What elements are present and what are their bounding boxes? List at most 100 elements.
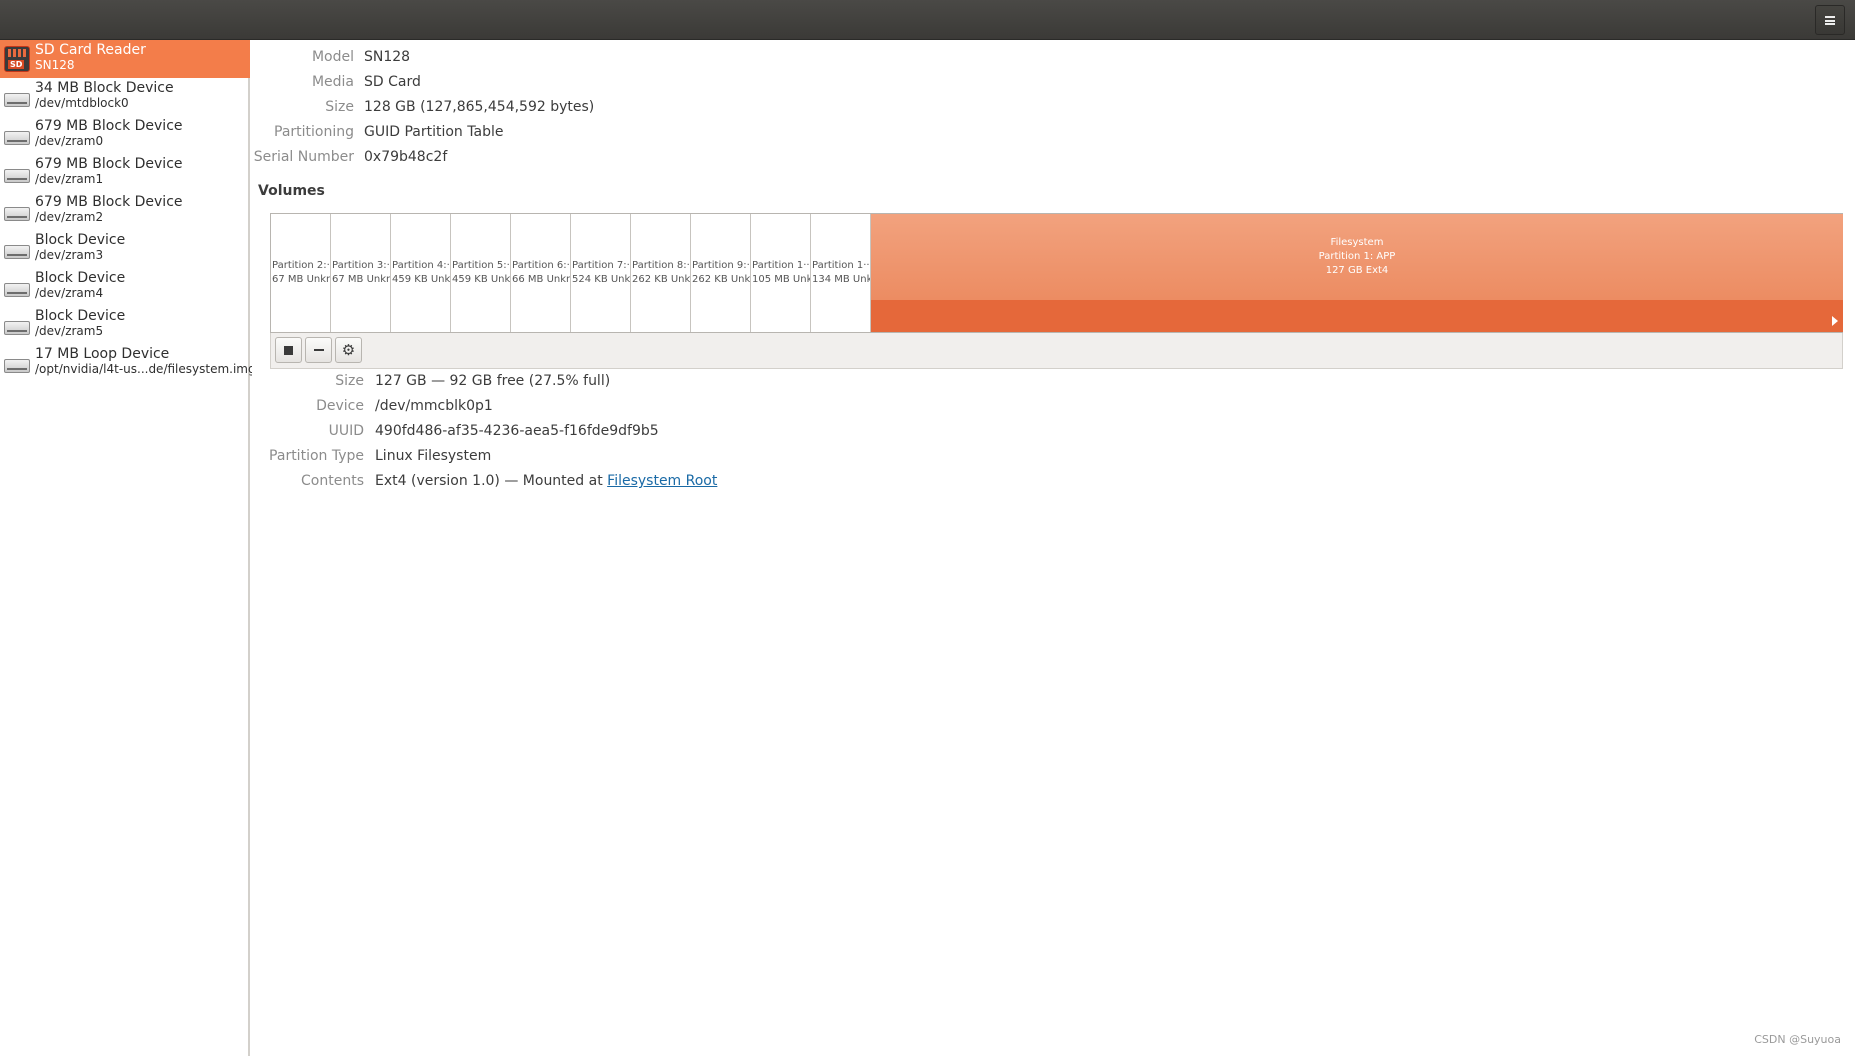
drive-icon	[4, 122, 30, 148]
device-subtitle: SN128	[35, 58, 75, 72]
device-subtitle: /dev/zram1	[35, 172, 104, 186]
partition-base-bar[interactable]	[871, 300, 1843, 332]
partition-block[interactable]: Partition 3:··· 67 MB Unkn···	[331, 214, 391, 332]
partition-app-block-selected[interactable]: Filesystem Partition 1: APP 127 GB Ext4	[871, 214, 1843, 332]
partition-size: 134 MB Unk···	[812, 274, 871, 285]
contents-value: Ext4 (version 1.0) — Mounted at	[375, 473, 608, 489]
partition-options-button[interactable]: ⚙	[335, 337, 362, 363]
partition-block[interactable]: Partition 1··· 134 MB Unk···	[811, 214, 871, 332]
device-item-zram4[interactable]: Block Device/dev/zram4	[0, 268, 250, 306]
device-item-zram3[interactable]: Block Device/dev/zram3	[0, 230, 250, 268]
model-label: Model	[311, 49, 354, 65]
sd-card-icon: SD	[4, 46, 30, 72]
partition-size: 459 KB Unk···	[392, 274, 451, 285]
device-name: 17 MB Loop Device	[35, 346, 170, 362]
contents-label: Contents	[301, 473, 364, 489]
drive-icon	[4, 274, 30, 300]
partition-app-name: Partition 1: APP	[1318, 251, 1396, 262]
volume-map: Partition 2:··· 67 MB Unkn··· Partition …	[270, 213, 1843, 333]
media-label: Media	[311, 74, 354, 90]
device-name: Block Device	[35, 308, 126, 324]
partition-size: 66 MB Unkn···	[512, 274, 570, 285]
device-subtitle: /opt/nvidia/l4t-us...de/filesystem.img	[35, 362, 256, 376]
stop-icon	[284, 345, 293, 355]
device-name: Block Device	[35, 232, 126, 248]
partition-block[interactable]: Partition 1··· 105 MB Unk···	[751, 214, 811, 332]
partition-size: 105 MB Unk···	[752, 274, 811, 285]
device-name: 679 MB Block Device	[35, 118, 183, 134]
device-label: Device	[316, 398, 364, 414]
uuid-value: 490fd486-af35-4236-aea5-f16fde9df9b5	[375, 423, 659, 439]
header-bar	[0, 0, 1855, 40]
filesystem-root-link[interactable]: Filesystem Root	[607, 473, 717, 489]
drive-icon	[4, 312, 30, 338]
partition-block[interactable]: Partition 7:··· 524 KB Unk···	[571, 214, 631, 332]
serial-number-label: Serial Number	[253, 149, 354, 165]
hamburger-menu-button[interactable]	[1815, 5, 1845, 35]
device-subtitle: /dev/zram4	[35, 286, 104, 300]
filesystem-block[interactable]: Filesystem Partition 1: APP 127 GB Ext4	[871, 214, 1843, 300]
partition-name: Partition 3:···	[332, 260, 391, 271]
device-item-mtdblock0[interactable]: 34 MB Block Device/dev/mtdblock0	[0, 78, 250, 116]
partition-block[interactable]: Partition 8:··· 262 KB Unk···	[631, 214, 691, 332]
partition-size: 67 MB Unkn···	[332, 274, 390, 285]
device-item-loop-device[interactable]: 17 MB Loop Device/opt/nvidia/l4t-us...de…	[0, 344, 256, 382]
hamburger-menu-icon	[1825, 15, 1835, 25]
drive-details-panel: Model SN128 Media SD Card Size 128 GB (1…	[252, 40, 1855, 1056]
partitioning-value: GUID Partition Table	[364, 124, 504, 140]
partition-name: Partition 7:···	[572, 260, 631, 271]
size-label: Size	[325, 99, 354, 115]
partition-block[interactable]: Partition 2:··· 67 MB Unkn···	[271, 214, 331, 332]
partition-size: 459 KB Unk···	[452, 274, 511, 285]
filesystem-label: Filesystem	[1330, 237, 1384, 248]
volume-size-label: Size	[335, 373, 364, 389]
device-item-sd-card-reader[interactable]: SD SD Card Reader SN128	[0, 40, 250, 78]
partition-app-size: 127 GB Ext4	[1325, 265, 1389, 276]
partition-block[interactable]: Partition 9:··· 262 KB Unk···	[691, 214, 751, 332]
device-name: SD Card Reader	[35, 42, 146, 58]
device-value: /dev/mmcblk0p1	[375, 398, 493, 414]
device-subtitle: /dev/mtdblock0	[35, 96, 129, 110]
device-list-sidebar: SD SD Card Reader SN128 34 MB Block Devic…	[0, 40, 256, 1056]
device-item-zram5[interactable]: Block Device/dev/zram5	[0, 306, 250, 344]
partition-name: Partition 6:···	[512, 260, 571, 271]
device-item-zram1[interactable]: 679 MB Block Device/dev/zram1	[0, 154, 250, 192]
size-value: 128 GB (127,865,454,592 bytes)	[364, 99, 595, 115]
partition-name: Partition 4:···	[392, 260, 451, 271]
volumes-heading: Volumes	[258, 183, 325, 199]
volume-size-value: 127 GB — 92 GB free (27.5% full)	[375, 373, 611, 389]
device-item-zram0[interactable]: 679 MB Block Device/dev/zram0	[0, 116, 250, 154]
device-name: Block Device	[35, 270, 126, 286]
partition-block[interactable]: Partition 6:··· 66 MB Unkn···	[511, 214, 571, 332]
partition-size: 262 KB Unk···	[632, 274, 691, 285]
partition-size: 262 KB Unk···	[692, 274, 751, 285]
partition-block[interactable]: Partition 5:··· 459 KB Unk···	[451, 214, 511, 332]
device-item-zram2[interactable]: 679 MB Block Device/dev/zram2	[0, 192, 250, 230]
device-subtitle: /dev/zram3	[35, 248, 104, 262]
model-value: SN128	[364, 49, 411, 65]
unmount-button[interactable]	[275, 337, 302, 363]
partition-name: Partition 1···	[812, 260, 871, 271]
drive-icon	[4, 350, 30, 376]
partition-size: 67 MB Unkn···	[272, 274, 330, 285]
media-value: SD Card	[364, 74, 421, 90]
partition-name: Partition 2:···	[272, 260, 331, 271]
partition-name: Partition 5:···	[452, 260, 511, 271]
drive-icon	[4, 236, 30, 262]
device-name: 679 MB Block Device	[35, 156, 183, 172]
partition-type-value: Linux Filesystem	[375, 448, 492, 464]
gears-icon: ⚙	[341, 340, 356, 359]
drive-icon	[4, 198, 30, 224]
minus-icon	[313, 349, 324, 351]
partition-block[interactable]: Partition 4:··· 459 KB Unk···	[391, 214, 451, 332]
partition-name: Partition 9:···	[692, 260, 751, 271]
device-subtitle: /dev/zram5	[35, 324, 104, 338]
serial-number-value: 0x79b48c2f	[364, 149, 448, 165]
partition-name: Partition 1···	[752, 260, 811, 271]
volume-toolbar: ⚙	[270, 333, 1843, 369]
delete-partition-button[interactable]	[305, 337, 332, 363]
watermark: CSDN @Suyuoa	[1754, 1033, 1841, 1046]
play-arrow-icon	[1832, 316, 1838, 326]
partition-name: Partition 8:···	[632, 260, 691, 271]
drive-icon	[4, 84, 30, 110]
